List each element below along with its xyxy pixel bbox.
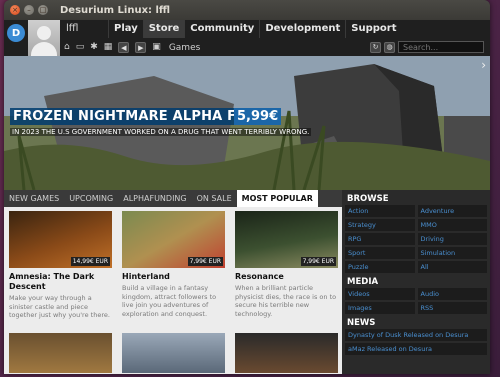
tab-new-games[interactable]: NEW GAMES: [4, 190, 64, 207]
hero-price[interactable]: 5,99€: [234, 108, 282, 125]
avatar[interactable]: [28, 20, 60, 56]
games-icon: ▣: [152, 42, 161, 52]
browse-simulation[interactable]: Simulation: [417, 247, 487, 259]
media-heading: MEDIA: [347, 277, 379, 287]
back-button[interactable]: ◀: [118, 42, 130, 53]
game-thumbnail[interactable]: 7,99€ EUR: [235, 211, 338, 268]
game-thumbnail[interactable]: 14,99€ EUR: [9, 211, 112, 268]
nav-community[interactable]: Community: [184, 20, 259, 38]
browse-heading: BROWSE: [347, 194, 389, 204]
main-nav: Play Store Community Development Support: [108, 20, 402, 38]
globe-icon: ◍: [386, 43, 393, 51]
game-list: 14,99€ EUR Amnesia: The Dark Descent Mak…: [4, 207, 342, 374]
browse-all[interactable]: All: [417, 261, 487, 273]
media-audio[interactable]: Audio: [417, 288, 487, 300]
media-links: Videos Audio Images RSS: [342, 288, 490, 314]
close-button[interactable]: ×: [10, 5, 20, 15]
media-images[interactable]: Images: [345, 302, 415, 314]
tab-upcoming[interactable]: UPCOMING: [64, 190, 118, 207]
forward-arrow-icon: ▶: [138, 43, 144, 52]
nav-support[interactable]: Support: [345, 20, 401, 38]
news-item[interactable]: aMaz Released on Desura: [345, 343, 487, 355]
hero-subtitle: IN 2023 THE U.S GOVERNMENT WORKED ON A D…: [10, 128, 312, 136]
desurium-window: × – □ Desurium Linux: lffl D lffl Play S…: [4, 0, 490, 374]
package-icon[interactable]: ▭: [76, 43, 85, 52]
title-bar: × – □ Desurium Linux: lffl: [4, 0, 490, 20]
game-card[interactable]: 7,99€ EUR Hinterland Build a village in …: [122, 211, 225, 318]
desura-logo[interactable]: D: [7, 24, 25, 42]
logo-glyph: D: [11, 27, 21, 39]
game-description: Make your way through a sinister castle …: [9, 294, 110, 319]
refresh-button[interactable]: ↻: [370, 41, 381, 53]
news-item[interactable]: Dynasty of Dusk Released on Desura: [345, 329, 487, 341]
app-header: D lffl Play Store Community Development …: [4, 20, 490, 56]
next-arrow-icon[interactable]: ›: [481, 58, 486, 72]
store-tabs: NEW GAMES UPCOMING ALPHAFUNDING ON SALE …: [4, 190, 342, 207]
news-heading: NEWS: [347, 318, 376, 328]
browse-adventure[interactable]: Adventure: [417, 205, 487, 217]
close-icon: ×: [12, 5, 18, 14]
browse-driving[interactable]: Driving: [417, 233, 487, 245]
browse-action[interactable]: Action: [345, 205, 415, 217]
media-videos[interactable]: Videos: [345, 288, 415, 300]
browse-rpg[interactable]: RPG: [345, 233, 415, 245]
refresh-icon: ↻: [372, 43, 379, 51]
avatar-head: [37, 26, 51, 40]
forward-button[interactable]: ▶: [135, 42, 147, 53]
minimize-icon: –: [27, 5, 31, 14]
game-description: Build a village in a fantasy kingdom, at…: [122, 284, 217, 318]
browse-puzzle[interactable]: Puzzle: [345, 261, 415, 273]
tab-on-sale[interactable]: ON SALE: [192, 190, 237, 207]
back-arrow-icon: ◀: [121, 43, 127, 52]
globe-button[interactable]: ◍: [384, 41, 395, 53]
game-card[interactable]: 14,99€ EUR Amnesia: The Dark Descent Mak…: [9, 211, 112, 320]
game-title[interactable]: Resonance: [235, 272, 338, 282]
game-thumbnail[interactable]: [122, 333, 225, 373]
gear-icon[interactable]: ✱: [90, 43, 98, 52]
home-icon[interactable]: ⌂: [64, 43, 70, 52]
nav-play[interactable]: Play: [108, 20, 143, 38]
price-badge: 14,99€ EUR: [70, 257, 110, 266]
tab-alphafunding[interactable]: ALPHAFUNDING: [118, 190, 191, 207]
toolbar: ⌂ ▭ ✱ ▦ ◀ ▶ ▣ Games ↻ ◍: [64, 39, 490, 56]
game-title[interactable]: Amnesia: The Dark Descent: [9, 272, 112, 292]
search-area: ↻ ◍: [370, 41, 484, 53]
hero-title: FROZEN NIGHTMARE ALPHA FUND: [10, 108, 273, 125]
game-thumbnail[interactable]: [235, 333, 338, 373]
browse-strategy[interactable]: Strategy: [345, 219, 415, 231]
hero-banner[interactable]: FROZEN NIGHTMARE ALPHA FUND 5,99€ IN 202…: [4, 56, 490, 190]
tab-most-popular[interactable]: MOST POPULAR: [236, 190, 318, 207]
price-badge: 7,99€ EUR: [187, 257, 223, 266]
browse-mmo[interactable]: MMO: [417, 219, 487, 231]
username[interactable]: lffl: [66, 23, 78, 34]
store-sidebar: BROWSE Action Adventure Strategy MMO RPG…: [342, 190, 490, 374]
media-rss[interactable]: RSS: [417, 302, 487, 314]
maximize-button[interactable]: □: [38, 5, 48, 15]
game-card[interactable]: 7,99€ EUR Resonance When a brilliant par…: [235, 211, 338, 318]
search-input[interactable]: [398, 41, 484, 53]
avatar-body: [31, 42, 57, 56]
nav-store[interactable]: Store: [142, 20, 185, 38]
price-badge: 7,99€ EUR: [300, 257, 336, 266]
minimize-button[interactable]: –: [24, 5, 34, 15]
maximize-icon: □: [39, 5, 47, 14]
nav-development[interactable]: Development: [259, 20, 345, 38]
browse-links: Action Adventure Strategy MMO RPG Drivin…: [342, 205, 490, 273]
breadcrumb[interactable]: Games: [169, 43, 200, 53]
game-description: When a brilliant particle physicist dies…: [235, 284, 337, 318]
game-title[interactable]: Hinterland: [122, 272, 225, 282]
game-thumbnail[interactable]: 7,99€ EUR: [122, 211, 225, 268]
window-title: Desurium Linux: lffl: [60, 4, 171, 16]
game-thumbnail[interactable]: [9, 333, 112, 373]
browse-sport[interactable]: Sport: [345, 247, 415, 259]
grid-icon[interactable]: ▦: [104, 43, 113, 52]
